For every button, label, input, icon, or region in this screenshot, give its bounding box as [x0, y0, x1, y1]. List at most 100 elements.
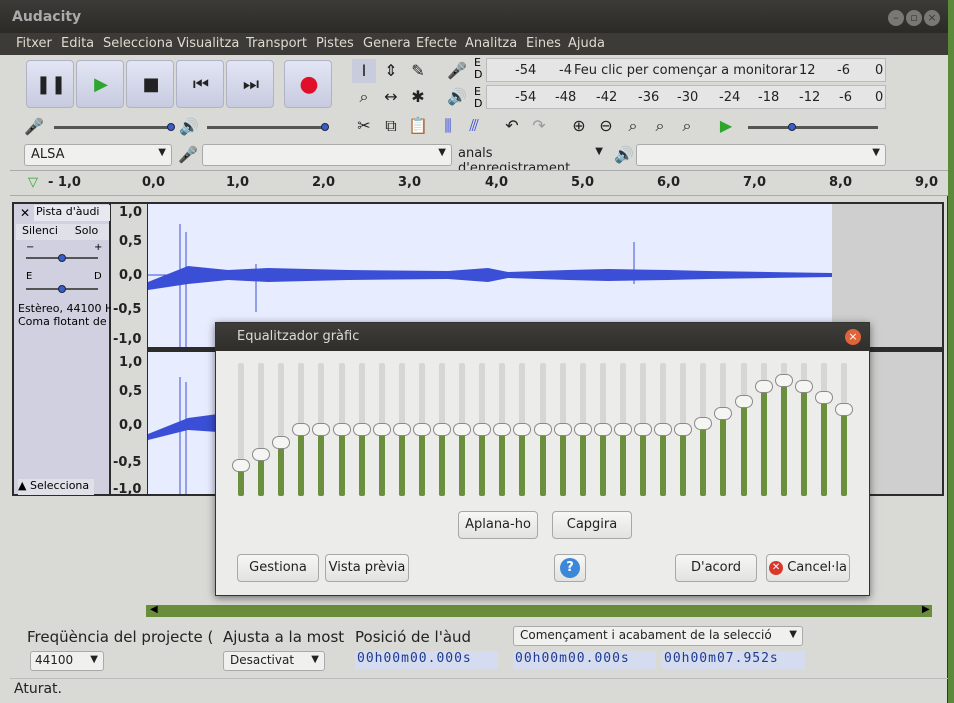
- eq-band-thumb[interactable]: [493, 423, 512, 436]
- eq-band-thumb[interactable]: [372, 423, 391, 436]
- zoom-toggle-icon[interactable]: ⌕: [675, 114, 699, 138]
- play-speed-knob[interactable]: [788, 123, 796, 131]
- eq-band-slider[interactable]: [372, 363, 391, 496]
- eq-band-thumb[interactable]: [613, 423, 632, 436]
- close-track-icon[interactable]: ✕: [20, 206, 30, 220]
- eq-band-slider[interactable]: [392, 363, 411, 496]
- eq-band-thumb[interactable]: [654, 423, 673, 436]
- mute-button[interactable]: Silenci: [16, 224, 64, 240]
- play-speed-slider[interactable]: [748, 126, 878, 129]
- eq-band-slider[interactable]: [634, 363, 652, 496]
- audio-host-select[interactable]: ALSA ▼: [24, 144, 172, 166]
- eq-band-thumb[interactable]: [694, 417, 713, 430]
- scroll-left-icon[interactable]: ◀: [150, 604, 158, 615]
- fit-selection-icon[interactable]: ⌕: [621, 114, 645, 138]
- flatten-button[interactable]: Aplana-ho: [458, 511, 538, 539]
- record-channels-select[interactable]: anals d'enregistrament ▼: [452, 144, 608, 176]
- zoom-out-icon[interactable]: ⊖: [594, 114, 618, 138]
- ok-button[interactable]: D'acord: [675, 554, 757, 582]
- playback-device-select[interactable]: ▼: [636, 144, 886, 166]
- envelope-tool-icon[interactable]: ⇕: [379, 59, 403, 83]
- eq-band-slider[interactable]: [694, 363, 713, 496]
- eq-band-slider[interactable]: [553, 363, 572, 496]
- playback-meter[interactable]: -54 -48 -42 -36 -30 -24 -18 -12 -6 0: [486, 85, 886, 109]
- skip-end-button[interactable]: ⏭: [226, 60, 274, 108]
- menu-tools[interactable]: Eines: [526, 36, 561, 51]
- eq-band-thumb[interactable]: [312, 423, 331, 436]
- eq-band-thumb[interactable]: [352, 423, 371, 436]
- snap-to-select[interactable]: Desactivat ▼: [223, 651, 325, 671]
- eq-band-slider[interactable]: [312, 363, 331, 496]
- playback-volume-slider[interactable]: [207, 126, 325, 129]
- horizontal-scrollbar[interactable]: [146, 605, 932, 617]
- menu-tracks[interactable]: Pistes: [316, 36, 354, 51]
- dialog-close-icon[interactable]: ×: [845, 329, 861, 345]
- record-volume-slider[interactable]: [54, 126, 172, 129]
- draw-tool-icon[interactable]: ✎: [406, 59, 430, 83]
- eq-band-thumb[interactable]: [674, 423, 693, 436]
- eq-band-slider[interactable]: [252, 363, 271, 496]
- eq-band-slider[interactable]: [232, 363, 250, 496]
- multi-tool-icon[interactable]: ✱: [406, 85, 430, 109]
- selection-start-time[interactable]: 00h00m00.000s: [513, 651, 656, 669]
- selection-tool-icon[interactable]: I: [352, 59, 376, 83]
- eq-band-slider[interactable]: [613, 363, 632, 496]
- trim-icon[interactable]: ⫼: [436, 114, 460, 138]
- invert-button[interactable]: Capgira: [552, 511, 632, 539]
- zoom-tool-icon[interactable]: ⌕: [352, 85, 376, 109]
- menu-effect[interactable]: Efecte: [416, 36, 457, 51]
- eq-band-thumb[interactable]: [272, 436, 291, 450]
- eq-band-slider[interactable]: [332, 363, 351, 496]
- track-select-button[interactable]: ▲ Selecciona: [18, 479, 94, 495]
- menu-help[interactable]: Ajuda: [568, 36, 605, 51]
- selection-mode-select[interactable]: Començament i acabament de la selecció ▼: [513, 626, 803, 646]
- eq-band-thumb[interactable]: [573, 423, 592, 436]
- eq-band-thumb[interactable]: [392, 423, 411, 436]
- eq-band-slider[interactable]: [513, 363, 532, 496]
- eq-band-thumb[interactable]: [714, 407, 733, 421]
- eq-band-slider[interactable]: [835, 363, 853, 496]
- scroll-right-icon[interactable]: ▶: [922, 604, 930, 615]
- eq-band-slider[interactable]: [754, 363, 773, 496]
- manage-button[interactable]: Gestiona: [237, 554, 319, 582]
- zoom-in-icon[interactable]: ⊕: [567, 114, 591, 138]
- eq-band-thumb[interactable]: [473, 423, 492, 436]
- pan-knob[interactable]: [58, 285, 66, 293]
- eq-band-slider[interactable]: [473, 363, 492, 496]
- record-volume-knob[interactable]: [167, 123, 175, 131]
- record-meter[interactable]: -54 -4 Feu clic per començar a monitorar…: [486, 58, 886, 82]
- close-icon[interactable]: ×: [924, 10, 940, 26]
- playback-volume-knob[interactable]: [321, 123, 329, 131]
- fit-project-icon[interactable]: ⌕: [648, 114, 672, 138]
- menu-view[interactable]: Visualitza: [177, 36, 239, 51]
- play-at-speed-icon[interactable]: ▶: [714, 114, 738, 138]
- paste-icon[interactable]: 📋: [406, 114, 430, 138]
- record-meter-mic-icon[interactable]: 🎤: [445, 59, 469, 83]
- record-device-select[interactable]: ▼: [202, 144, 452, 166]
- minimize-icon[interactable]: –: [888, 10, 904, 26]
- menu-analyze[interactable]: Analitza: [465, 36, 517, 51]
- eq-band-slider[interactable]: [714, 363, 733, 496]
- preview-button[interactable]: Vista prèvia: [325, 554, 409, 582]
- pause-button[interactable]: ❚❚: [26, 60, 74, 108]
- menu-edit[interactable]: Edita: [61, 36, 94, 51]
- help-button[interactable]: ?: [554, 554, 586, 582]
- eq-band-thumb[interactable]: [835, 402, 853, 416]
- eq-band-thumb[interactable]: [533, 423, 552, 436]
- eq-band-thumb[interactable]: [754, 379, 773, 393]
- eq-band-slider[interactable]: [774, 363, 793, 496]
- silence-icon[interactable]: ⫻: [462, 114, 486, 138]
- eq-band-thumb[interactable]: [453, 423, 472, 436]
- undo-icon[interactable]: ↶: [500, 114, 524, 138]
- eq-band-slider[interactable]: [593, 363, 612, 496]
- eq-band-slider[interactable]: [272, 363, 291, 496]
- eq-band-thumb[interactable]: [292, 423, 311, 436]
- skip-start-button[interactable]: ⏮: [176, 60, 224, 108]
- record-meter-prompt[interactable]: Feu clic per començar a monitorar: [574, 63, 797, 78]
- maximize-icon[interactable]: ▫: [906, 10, 922, 26]
- eq-band-slider[interactable]: [533, 363, 552, 496]
- redo-icon[interactable]: ↷: [527, 114, 551, 138]
- eq-band-slider[interactable]: [814, 363, 833, 496]
- eq-band-thumb[interactable]: [412, 423, 431, 436]
- stop-button[interactable]: ■: [126, 60, 174, 108]
